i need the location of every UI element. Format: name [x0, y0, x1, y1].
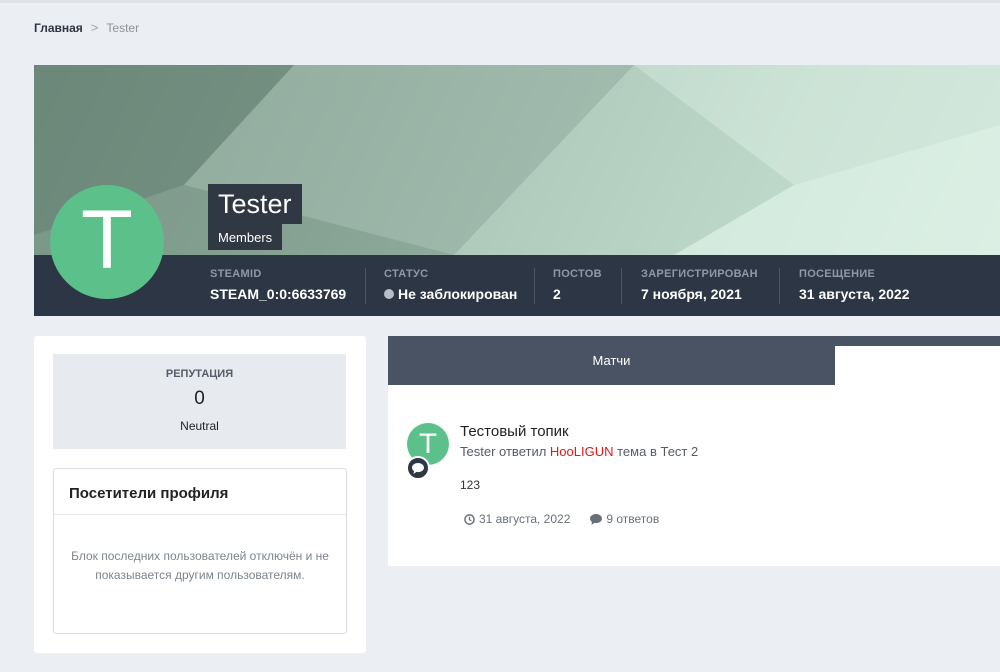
comments-icon: [590, 513, 603, 525]
profile-visitors-widget: Посетители профиля Блок последних пользо…: [53, 468, 347, 634]
comment-icon: [406, 456, 430, 480]
breadcrumb-separator: >: [90, 20, 99, 35]
profile-name: Tester: [208, 184, 302, 224]
profile-stats-bar: STEAMID STEAM_0:0:6633769 СТАТУС Не забл…: [34, 255, 1000, 316]
stat-label: СТАТУС: [384, 268, 429, 280]
stat-value: 7 ноября, 2021: [641, 286, 742, 302]
stat-value: 31 августа, 2022: [799, 286, 910, 302]
breadcrumb-current: Tester: [106, 20, 140, 35]
stat-value[interactable]: 2: [553, 286, 561, 302]
divider: [621, 268, 622, 304]
breadcrumb: Главная > Tester: [34, 20, 139, 35]
post-footer: 31 августа, 2022 9 ответов: [464, 512, 659, 526]
visitors-message: Блок последних пользователей отключён и …: [71, 549, 329, 582]
profile-group: Members: [208, 224, 283, 250]
divider: [365, 268, 366, 304]
profile-content: Матчи T Тестовый топик Tester ответил Ho…: [388, 336, 1000, 566]
stat-status: СТАТУС Не заблокирован: [384, 268, 517, 302]
post-author[interactable]: Tester: [460, 444, 495, 459]
reputation-box: РЕПУТАЦИЯ 0 Neutral: [53, 354, 346, 449]
stat-label: ЗАРЕГИСТРИРОВАН: [641, 268, 758, 280]
profile-sidebar: РЕПУТАЦИЯ 0 Neutral Посетители профиля Б…: [34, 336, 366, 653]
stat-last-visit: ПОСЕЩЕНИЕ 31 августа, 2022: [799, 268, 909, 302]
stat-posts: ПОСТОВ 2: [553, 268, 602, 302]
post-verb: ответил: [499, 444, 547, 459]
tab-matches[interactable]: Матчи: [388, 336, 835, 385]
post-title[interactable]: Тестовый топик: [460, 423, 569, 440]
status-dot-icon: [384, 289, 394, 299]
top-border: [0, 0, 1000, 3]
reputation-label: РЕПУТАЦИЯ: [165, 368, 234, 380]
post-replies-text: 9 ответов: [606, 512, 660, 526]
stat-registered: ЗАРЕГИСТРИРОВАН 7 ноября, 2021: [641, 268, 758, 302]
divider: [534, 268, 535, 304]
stat-value: STEAM_0:0:6633769: [210, 286, 347, 302]
divider: [779, 268, 780, 304]
post-replies[interactable]: 9 ответов: [590, 512, 659, 526]
tab-activity[interactable]: [835, 346, 1000, 385]
stat-label: STEAMID: [210, 268, 262, 280]
post-body: 123: [460, 478, 481, 492]
stat-value: Не заблокирован: [398, 286, 518, 302]
profile-cover-image: [34, 65, 1000, 255]
post-user-link[interactable]: HooLIGUN: [550, 444, 614, 459]
stat-label: ПОСЕЩЕНИЕ: [799, 268, 876, 280]
reputation-value: 0: [194, 388, 205, 409]
profile-tabs: Матчи: [388, 336, 1000, 385]
profile-avatar: T: [50, 185, 164, 299]
reputation-level: Neutral: [180, 419, 219, 433]
post-meta: Tester ответил HooLIGUN тема в Тест 2: [460, 444, 698, 459]
post-date-text: 31 августа, 2022: [479, 512, 571, 526]
stat-steamid: STEAMID STEAM_0:0:6633769: [210, 268, 346, 302]
clock-icon: [464, 513, 475, 525]
visitors-title: Посетители профиля: [54, 469, 346, 515]
post-forum-link[interactable]: Тест 2: [660, 444, 698, 459]
breadcrumb-home-link[interactable]: Главная: [34, 21, 83, 35]
stat-label: ПОСТОВ: [553, 268, 602, 280]
post-date[interactable]: 31 августа, 2022: [464, 512, 570, 526]
post-topic-word: тема в: [617, 444, 657, 459]
